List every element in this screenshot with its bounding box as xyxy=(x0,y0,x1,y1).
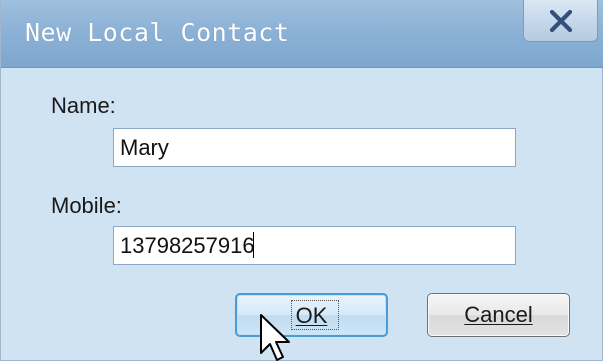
close-x-icon xyxy=(549,10,573,32)
title-bar[interactable]: New Local Contact xyxy=(1,0,603,68)
cancel-button-label: Cancel xyxy=(464,302,533,327)
window-title: New Local Contact xyxy=(25,18,290,47)
name-label: Name: xyxy=(51,93,116,118)
close-button[interactable] xyxy=(523,0,598,42)
name-input[interactable] xyxy=(113,128,516,167)
new-local-contact-dialog: New Local Contact Name: Mobile: OK Cance… xyxy=(0,0,603,361)
mobile-label: Mobile: xyxy=(51,193,122,218)
mobile-input[interactable] xyxy=(113,226,516,265)
ok-focus-ring xyxy=(291,300,339,330)
text-caret xyxy=(253,232,254,258)
arrow-cursor-icon xyxy=(260,314,290,361)
cancel-button[interactable]: Cancel xyxy=(427,293,570,337)
